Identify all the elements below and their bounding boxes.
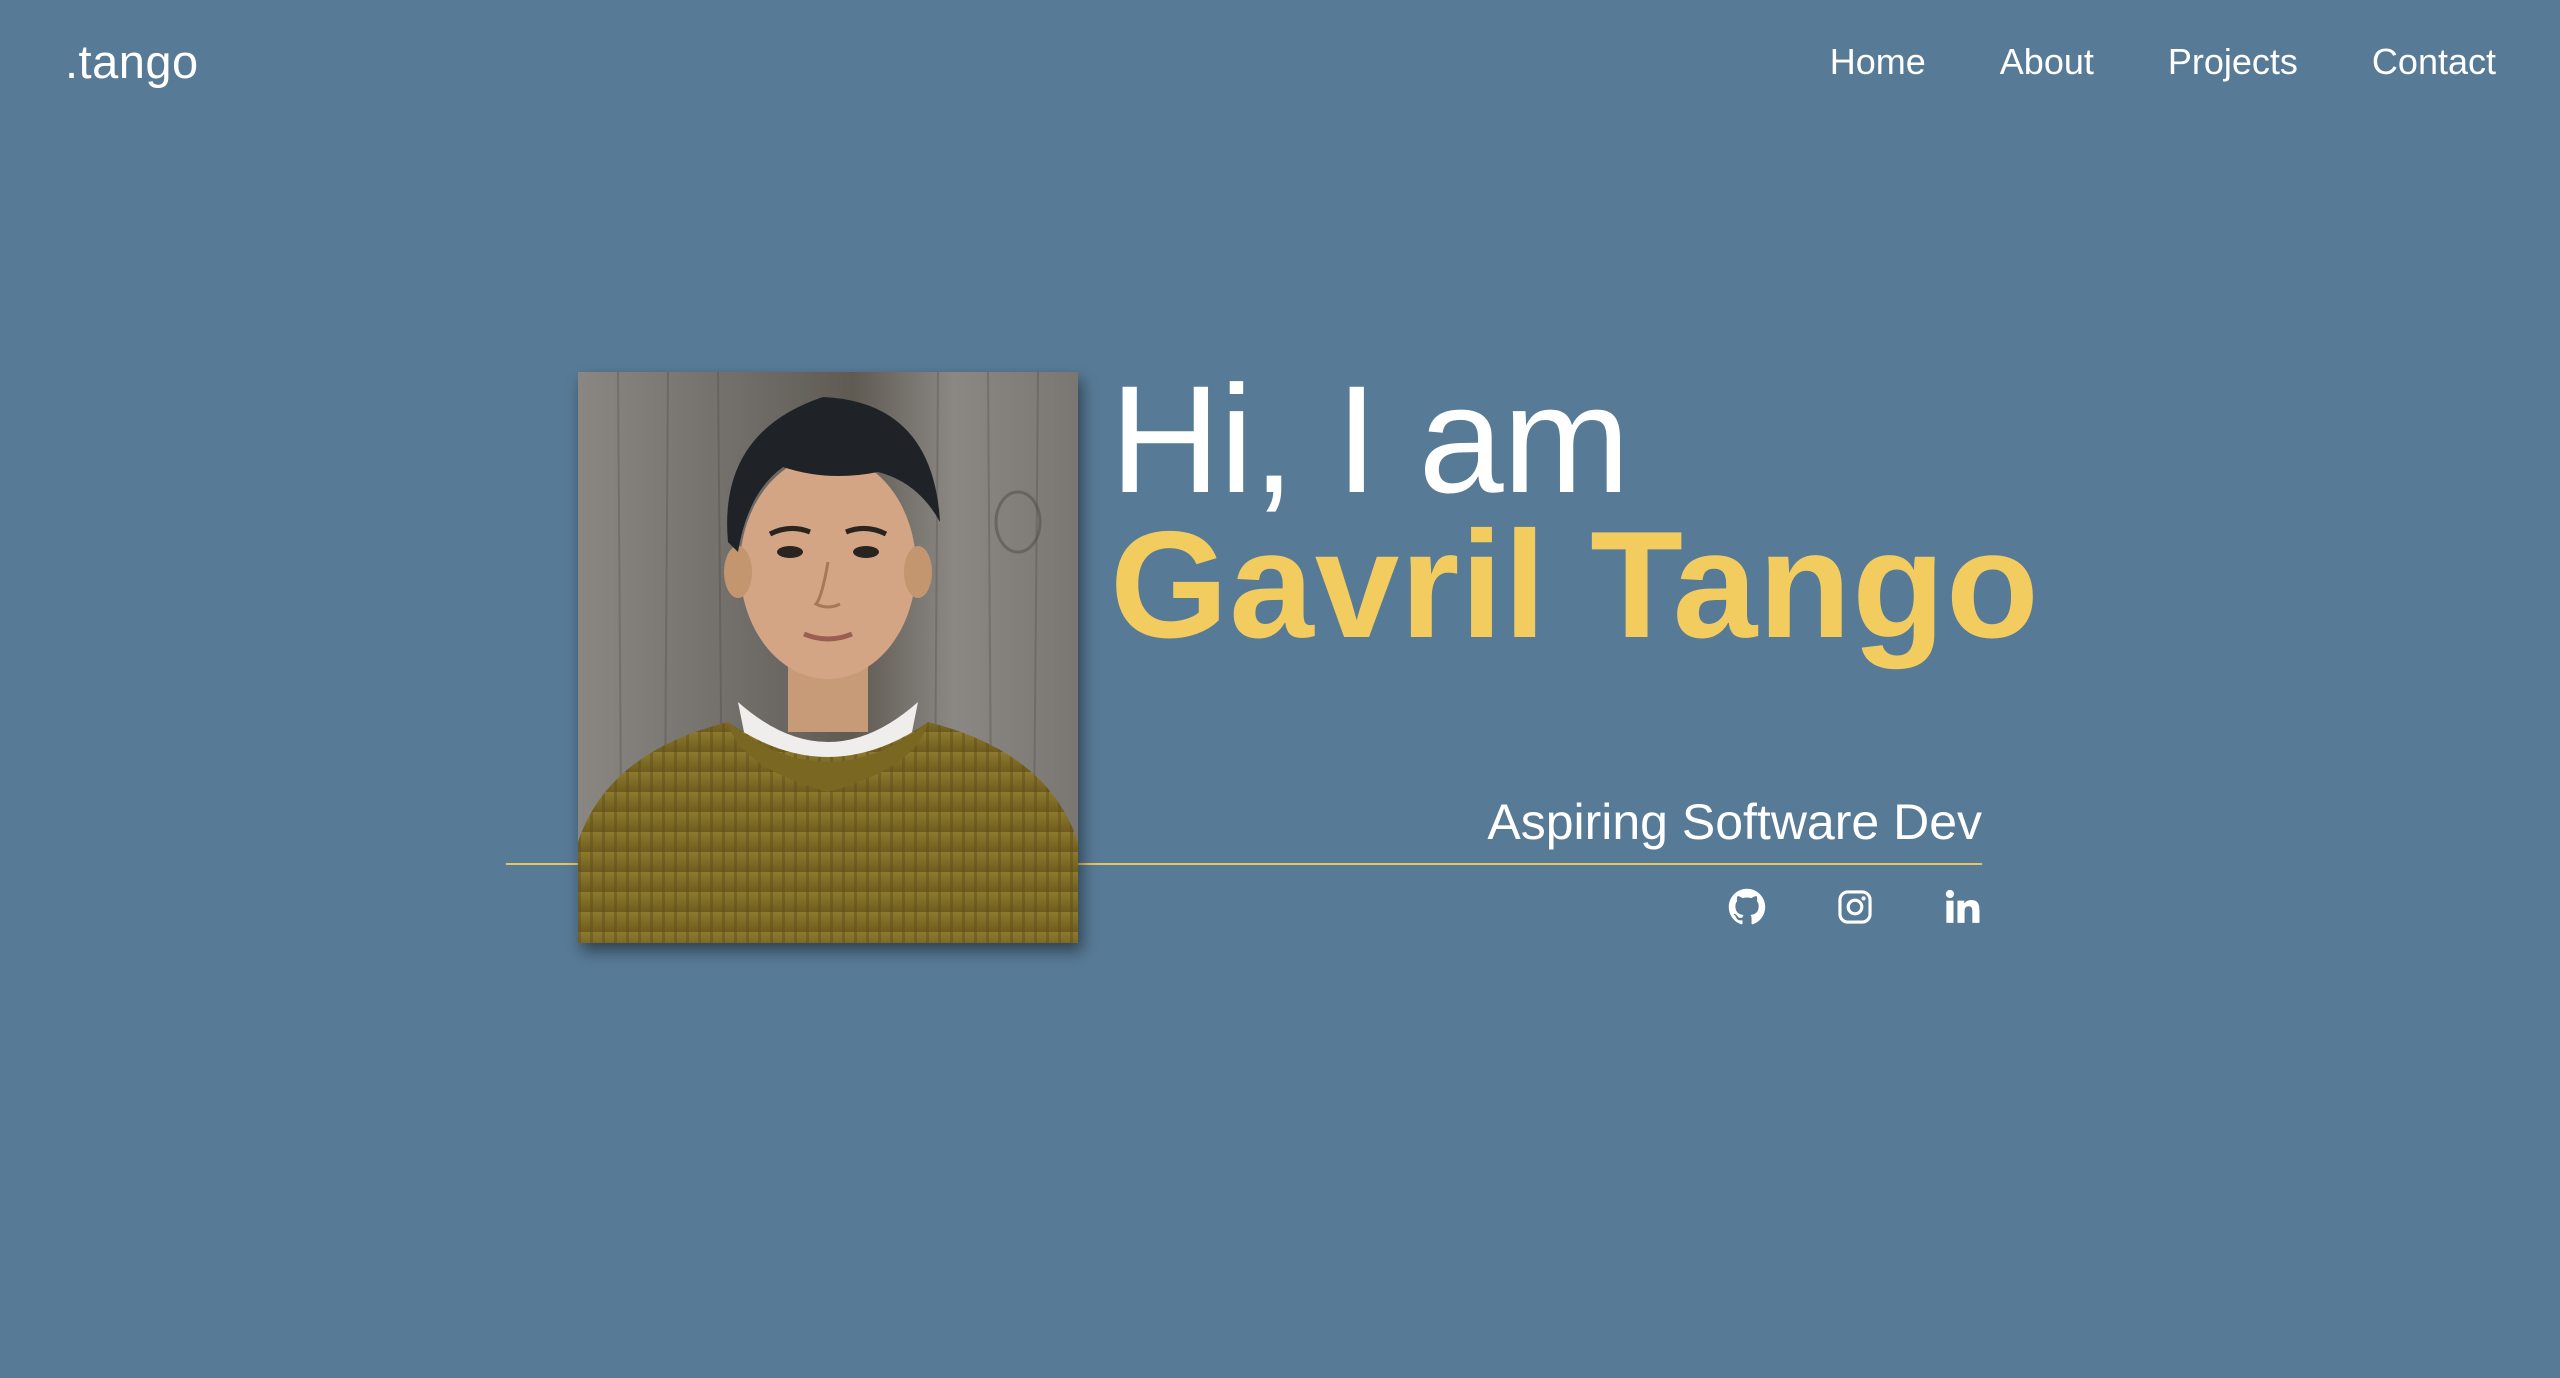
linkedin-icon: [1945, 889, 1980, 923]
instagram-link[interactable]: [1836, 888, 1874, 926]
nav-link-projects[interactable]: Projects: [2168, 32, 2298, 92]
nav-link-home[interactable]: Home: [1830, 32, 1926, 92]
hero-tagline: Aspiring Software Dev: [1487, 794, 1982, 850]
github-icon: [1728, 888, 1766, 925]
nav-item-home: Home: [1830, 32, 1926, 92]
page: .tango Home About Projects Contact Hi, I…: [0, 0, 2560, 1378]
nav-item-projects: Projects: [2168, 32, 2298, 92]
nav-item-contact: Contact: [2372, 32, 2496, 92]
nav-link-about[interactable]: About: [2000, 32, 2094, 92]
portrait-illustration: [578, 372, 1078, 943]
github-link[interactable]: [1728, 888, 1766, 926]
hero-name: Gavril Tango: [1110, 500, 2040, 670]
nav-list: Home About Projects Contact: [1830, 32, 2496, 92]
hero-greeting: Hi, I am: [1110, 354, 1630, 525]
social-links: [1728, 888, 1982, 926]
nav-link-contact[interactable]: Contact: [2372, 32, 2496, 92]
linkedin-link[interactable]: [1944, 888, 1982, 926]
instagram-icon: [1838, 890, 1872, 924]
portrait-photo: [578, 372, 1078, 943]
nav-item-about: About: [2000, 32, 2094, 92]
brand-logo-link[interactable]: .tango: [65, 32, 199, 92]
